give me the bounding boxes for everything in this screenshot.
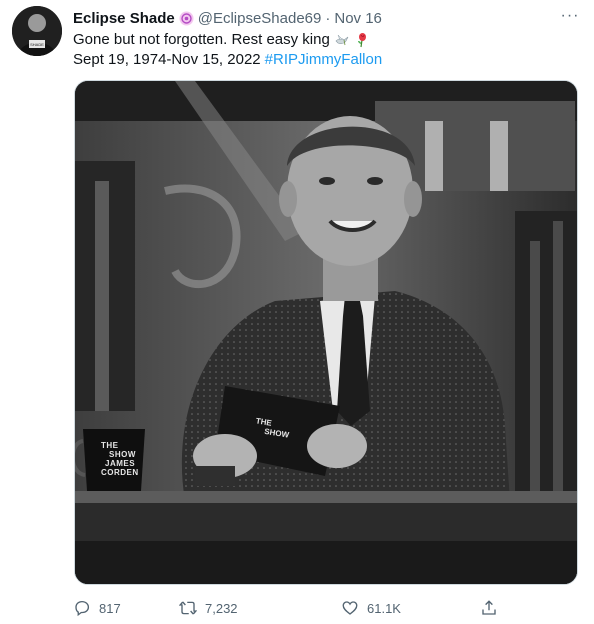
tweet-text-line1: Gone but not forgotten. Rest easy king <box>73 31 330 48</box>
mug-line2: SHOW <box>109 450 136 459</box>
tweet-text: Gone but not forgotten. Rest easy king S… <box>73 30 573 70</box>
retweet-count: 7,232 <box>205 600 238 616</box>
like-count: 61.1K <box>367 600 401 616</box>
reply-count: 817 <box>99 600 121 616</box>
like-icon <box>342 601 358 615</box>
retweet-button[interactable]: 7,232 <box>179 597 238 619</box>
share-icon <box>482 600 496 615</box>
svg-text:SHADE: SHADE <box>30 42 44 47</box>
like-button[interactable]: 61.1K <box>341 597 401 619</box>
separator-dot: · <box>325 9 331 27</box>
mug-line1: THE <box>101 441 119 450</box>
more-icon[interactable]: ··· <box>560 8 580 28</box>
author-name[interactable]: Eclipse Shade <box>73 10 175 27</box>
mug-line3: JAMES <box>105 459 136 468</box>
reply-icon <box>75 600 90 617</box>
tweet-date[interactable]: Nov 16 <box>334 10 382 27</box>
mug-line4: CORDEN <box>101 468 139 477</box>
tweet-header: Eclipse Shade @EclipseShade69 · Nov 16 <box>73 8 382 28</box>
mug-text: THE SHOW JAMES CORDEN <box>101 441 139 477</box>
badge-icon <box>179 11 194 26</box>
hashtag-link[interactable]: #RIPJimmyFallon <box>265 50 383 70</box>
rose-icon <box>354 32 370 48</box>
share-button[interactable] <box>480 597 506 619</box>
tweet-photo[interactable]: THE SHOW THE SHOW JAMES CORDEN <box>74 80 578 585</box>
author-handle[interactable]: @EclipseShade69 <box>198 10 322 27</box>
tweet-actions: 817 7,232 61.1K <box>73 597 503 619</box>
avatar[interactable]: SHADE <box>12 6 62 56</box>
reply-button[interactable]: 817 <box>73 597 121 619</box>
photo-image <box>75 81 577 584</box>
tweet[interactable]: SHADE Eclipse Shade @EclipseShade69 · No… <box>0 0 594 624</box>
avatar-icon: SHADE <box>12 6 62 56</box>
dove-icon <box>334 32 350 48</box>
tweet-text-line2: Sept 19, 1974-Nov 15, 2022 <box>73 51 261 68</box>
retweet-icon <box>179 601 197 615</box>
